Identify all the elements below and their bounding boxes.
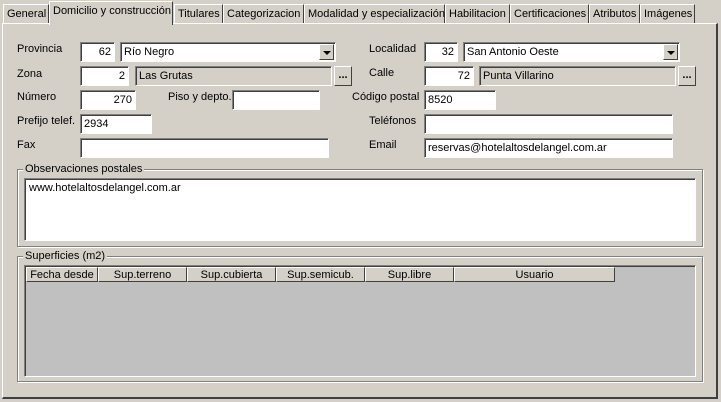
localidad-value: San Antonio Oeste	[467, 46, 559, 58]
calle-browse-button[interactable]: ...	[678, 66, 696, 86]
column-header-sup-semicub[interactable]: Sup.semicub.	[276, 267, 365, 282]
fax-field[interactable]	[80, 138, 329, 158]
calle-code-field[interactable]: 72	[424, 66, 474, 86]
column-header-fecha-desde[interactable]: Fecha desde	[26, 267, 98, 282]
localidad-dropdown-button[interactable]	[663, 44, 678, 60]
piso-label: Piso y depto.	[168, 91, 232, 103]
tab-habilitacion[interactable]: Habilitacion	[445, 4, 510, 23]
tab-titulares[interactable]: Titulares	[174, 4, 223, 23]
tab-imagenes[interactable]: Imágenes	[640, 4, 695, 23]
tab-certificaciones[interactable]: Certificaciones	[510, 4, 589, 23]
localidad-select[interactable]: San Antonio Oeste	[463, 42, 680, 62]
codigo-postal-field[interactable]: 8520	[424, 90, 496, 110]
zona-value-field: Las Grutas	[135, 66, 332, 86]
localidad-label: Localidad	[369, 43, 417, 55]
superficies-title: Superficies (m2)	[23, 250, 108, 262]
provincia-code-field[interactable]: 62	[80, 42, 115, 62]
tab-strip: General Domicilio y construcción Titular…	[0, 0, 721, 25]
provincia-dropdown-button[interactable]	[319, 44, 334, 60]
tab-categorizacion[interactable]: Categorizacion	[223, 4, 304, 23]
localidad-code-field[interactable]: 32	[424, 42, 458, 62]
column-header-sup-terreno[interactable]: Sup.terreno	[98, 267, 187, 282]
telefonos-field[interactable]	[424, 114, 673, 134]
prefijo-label: Prefijo telef.	[17, 115, 76, 127]
email-label: Email	[369, 139, 397, 151]
fax-label: Fax	[17, 139, 36, 151]
observaciones-title: Observaciones postales	[23, 163, 145, 175]
provincia-label: Provincia	[17, 43, 63, 55]
chevron-down-icon	[323, 51, 331, 55]
calle-label: Calle	[369, 67, 395, 79]
tab-atributos[interactable]: Atributos	[589, 4, 640, 23]
chevron-down-icon	[667, 51, 675, 55]
numero-label: Número	[17, 91, 57, 103]
column-header-usuario[interactable]: Usuario	[454, 267, 615, 282]
provincia-select[interactable]: Río Negro	[120, 42, 336, 62]
piso-field[interactable]	[232, 90, 320, 110]
email-field[interactable]: reservas@hotelaltosdelangel.com.ar	[424, 138, 673, 158]
tab-general[interactable]: General	[3, 4, 49, 23]
column-header-sup-libre[interactable]: Sup.libre	[365, 267, 454, 282]
telefonos-label: Teléfonos	[369, 115, 417, 127]
prefijo-field[interactable]: 2934	[80, 114, 152, 134]
column-header-sup-cubierta[interactable]: Sup.cubierta	[187, 267, 276, 282]
calle-value-field: Punta Villarino	[479, 66, 676, 86]
tab-modalidad[interactable]: Modalidad y especialización	[304, 4, 445, 23]
zona-code-field[interactable]: 2	[80, 66, 129, 86]
tab-domicilio[interactable]: Domicilio y construcción	[49, 1, 173, 25]
codigo-postal-label: Código postal	[352, 91, 420, 103]
zona-browse-button[interactable]: ...	[334, 66, 352, 86]
provincia-value: Río Negro	[124, 46, 175, 58]
zona-label: Zona	[17, 68, 43, 80]
observaciones-textarea[interactable]: www.hotelaltosdelangel.com.ar	[24, 178, 696, 241]
superficies-grid[interactable]: Fecha desde Sup.terreno Sup.cubierta Sup…	[24, 265, 696, 377]
numero-field[interactable]: 270	[80, 90, 136, 110]
